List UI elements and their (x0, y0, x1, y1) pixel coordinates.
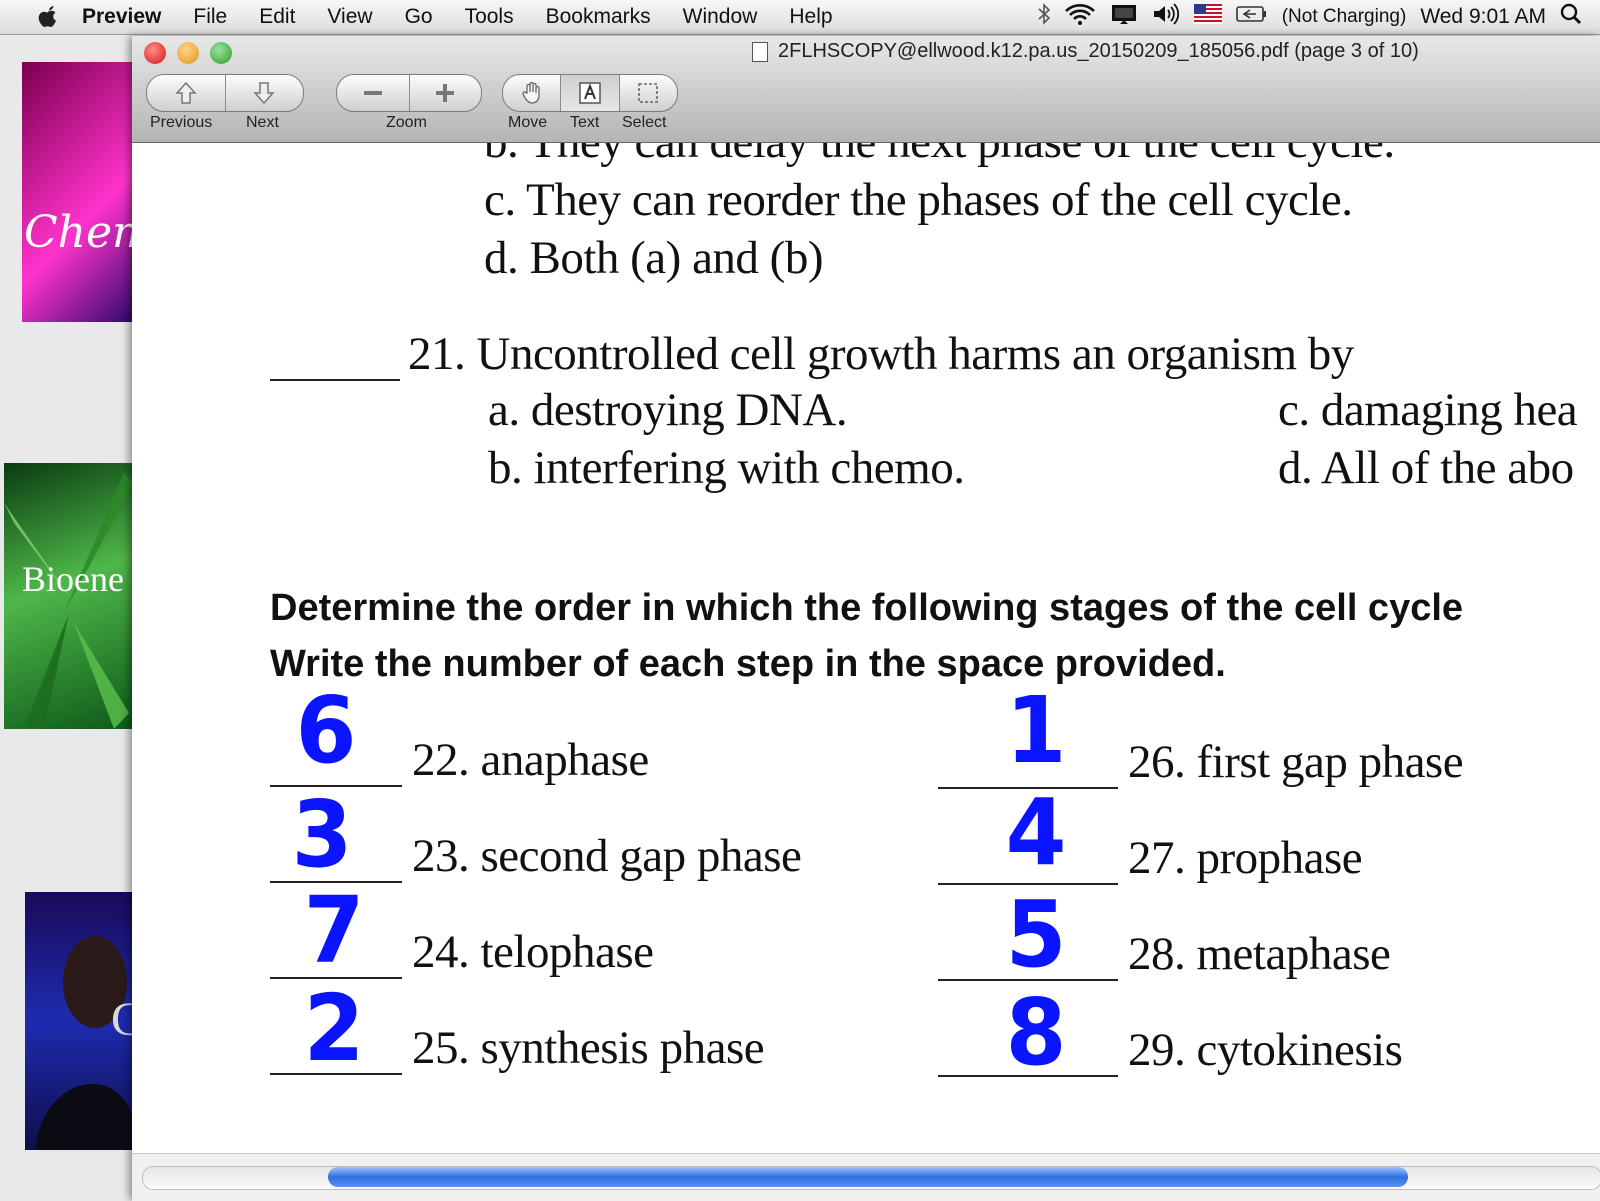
desktop-thumbnail-bioenergetics[interactable]: Bioene (4, 463, 134, 729)
move-label: Move (508, 114, 548, 131)
zoom-button[interactable] (210, 42, 232, 64)
thumbnail-label: C (111, 993, 134, 1046)
thumbnail-label: Chem (24, 207, 134, 258)
item-label: 23. second gap phase (412, 830, 802, 882)
up-arrow-icon (175, 81, 197, 104)
handwritten-answer: 8 (1005, 979, 1067, 1086)
zoom-label: Zoom (386, 114, 427, 131)
item-label: 22. anaphase (412, 734, 649, 786)
q21-option-c: c. damaging hea (1278, 384, 1578, 436)
q21-option-d: d. All of the abo (1278, 442, 1574, 494)
handwritten-answer: 4 (1005, 779, 1067, 886)
bluetooth-icon[interactable] (1038, 3, 1050, 31)
window-title: 2FLHSCOPY@ellwood.k12.pa.us_20150209_185… (752, 40, 1419, 63)
spotlight-search-icon[interactable] (1560, 3, 1582, 31)
previous-label: Previous (150, 114, 213, 131)
menu-go[interactable]: Go (389, 5, 449, 29)
select-label: Select (622, 114, 667, 131)
zoom-in-button[interactable] (410, 75, 482, 111)
desktop-thumbnail-chem[interactable]: Chem (22, 62, 134, 322)
previous-button[interactable] (147, 75, 226, 111)
apple-menu-icon[interactable] (28, 5, 68, 29)
next-button[interactable] (226, 75, 304, 111)
instruction-line-2: Write the number of each step in the spa… (270, 643, 1226, 685)
zoom-out-button[interactable] (337, 75, 410, 111)
window-title-text: 2FLHSCOPY@ellwood.k12.pa.us_20150209_185… (778, 40, 1419, 62)
handwritten-answer: 6 (295, 677, 357, 784)
menubar-clock[interactable]: Wed 9:01 AM (1420, 5, 1546, 29)
item-label: 25. synthesis phase (412, 1022, 765, 1074)
desktop-thumbnail-photo[interactable]: C (25, 892, 134, 1150)
battery-status: (Not Charging) (1281, 6, 1407, 27)
item-label: 26. first gap phase (1128, 736, 1464, 788)
handwritten-answer: 7 (303, 877, 365, 984)
menu-file[interactable]: File (177, 5, 243, 29)
menu-bookmarks[interactable]: Bookmarks (530, 5, 667, 29)
handwritten-answer: 2 (303, 975, 365, 1082)
item-label: 27. prophase (1128, 832, 1363, 884)
scroll-thumb[interactable] (328, 1167, 1408, 1187)
menu-tools[interactable]: Tools (449, 5, 530, 29)
instruction-line-1: Determine the order in which the followi… (270, 587, 1464, 629)
q20-option-b: b. They can delay the next phase of the … (484, 143, 1395, 169)
move-tool-button[interactable] (503, 75, 562, 111)
us-flag-input-icon[interactable] (1193, 4, 1222, 30)
hand-icon (521, 81, 540, 104)
pdf-document-icon[interactable] (752, 41, 768, 62)
down-arrow-icon (253, 82, 275, 105)
menu-window[interactable]: Window (667, 5, 774, 29)
thumbnail-label: Bioene (22, 559, 124, 599)
q20-option-d: d. Both (a) and (b) (484, 232, 823, 284)
tool-segment (502, 74, 678, 112)
text-tool-button[interactable] (561, 75, 620, 111)
handwritten-answer: 5 (1005, 881, 1067, 988)
next-label: Next (246, 114, 279, 131)
horizontal-scrollbar[interactable] (132, 1153, 1600, 1201)
text-cursor-icon (579, 82, 601, 104)
battery-icon[interactable] (1235, 4, 1268, 30)
select-tool-button[interactable] (620, 75, 677, 111)
menu-view[interactable]: View (311, 5, 388, 29)
item-label: 24. telophase (412, 926, 654, 978)
app-menu-preview[interactable]: Preview (68, 5, 177, 29)
minus-icon (363, 91, 382, 95)
q21-option-a: a. destroying DNA. (488, 384, 848, 436)
zoom-segment (336, 74, 482, 112)
q21-stem: 21. Uncontrolled cell growth harms an or… (408, 328, 1354, 380)
item-label: 28. metaphase (1128, 928, 1391, 980)
pdf-page-view[interactable]: b. They can delay the next phase of the … (132, 143, 1600, 1153)
display-mirroring-icon[interactable] (1110, 3, 1138, 31)
preview-window: 2FLHSCOPY@ellwood.k12.pa.us_20150209_185… (132, 36, 1600, 1201)
window-controls (144, 42, 232, 64)
title-bar: 2FLHSCOPY@ellwood.k12.pa.us_20150209_185… (132, 36, 1600, 143)
q20-option-c: c. They can reorder the phases of the ce… (484, 174, 1353, 226)
menu-bar: Preview File Edit View Go Tools Bookmark… (0, 0, 1600, 35)
minimize-button[interactable] (177, 42, 199, 64)
navigation-segment (146, 74, 304, 112)
status-menus: (Not Charging) Wed 9:01 AM (1038, 0, 1600, 34)
menu-help[interactable]: Help (773, 5, 848, 29)
text-label: Text (570, 114, 600, 131)
wifi-icon[interactable] (1064, 3, 1096, 31)
item-label: 29. cytokinesis (1128, 1024, 1403, 1076)
answer-blank-21 (270, 379, 400, 381)
handwritten-answer: 1 (1005, 677, 1067, 784)
close-button[interactable] (144, 42, 166, 64)
plus-icon (436, 84, 455, 102)
marquee-icon (638, 83, 659, 103)
volume-icon[interactable] (1152, 3, 1180, 31)
q21-option-b: b. interfering with chemo. (488, 442, 965, 494)
handwritten-answer: 3 (291, 781, 353, 888)
menu-edit[interactable]: Edit (243, 5, 311, 29)
